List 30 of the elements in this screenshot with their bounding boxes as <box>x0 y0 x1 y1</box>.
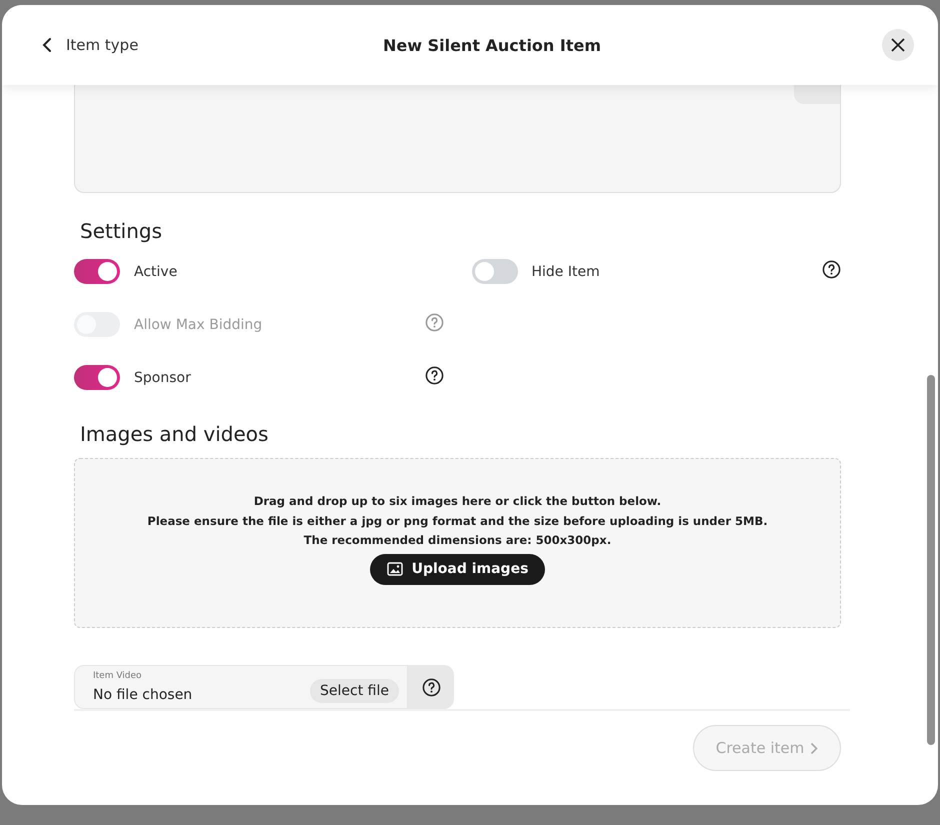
back-button[interactable]: Item type <box>42 36 242 54</box>
toggle-label: Sponsor <box>134 370 192 386</box>
close-button[interactable] <box>882 29 914 61</box>
image-drop-zone[interactable] <box>74 458 841 628</box>
help-icon[interactable] <box>424 366 444 385</box>
toggle-label: Allow Max Bidding <box>134 316 264 332</box>
back-icon <box>42 37 52 53</box>
drop-instructions: Drag and drop up to six images here or click the button below. <box>254 493 662 510</box>
toggle-label: Active <box>134 264 178 280</box>
video-file-field[interactable]: Item Video No file chosen Select file <box>74 665 408 709</box>
toggle-label: Hide Item <box>532 264 601 280</box>
dialog-title: New Silent Auction Item <box>382 36 602 54</box>
terms-field[interactable] <box>74 85 841 193</box>
toggle-switch[interactable] <box>472 259 518 284</box>
close-icon <box>891 38 905 52</box>
field-value: No file chosen <box>93 687 194 703</box>
scrollbar-thumb[interactable] <box>927 375 935 745</box>
image-icon <box>386 562 403 576</box>
toggle-switch[interactable] <box>74 259 120 284</box>
drop-instructions: The recommended dimensions are: 500x300px. <box>304 532 612 549</box>
help-icon[interactable] <box>822 260 841 279</box>
chevron-icon <box>810 742 818 754</box>
help-icon[interactable] <box>422 678 440 696</box>
field-label: Item Video <box>93 671 142 681</box>
upload-images-button[interactable]: Upload images <box>370 554 546 584</box>
select-file-button[interactable]: Select file <box>310 679 399 703</box>
section-heading: Settings <box>80 219 164 243</box>
section-heading: Images and videos <box>80 422 270 446</box>
toggle-switch[interactable] <box>74 365 120 390</box>
drop-instructions: Please ensure the file is either a jpg or png format and the size before uploading is under 5MB. <box>147 512 768 530</box>
